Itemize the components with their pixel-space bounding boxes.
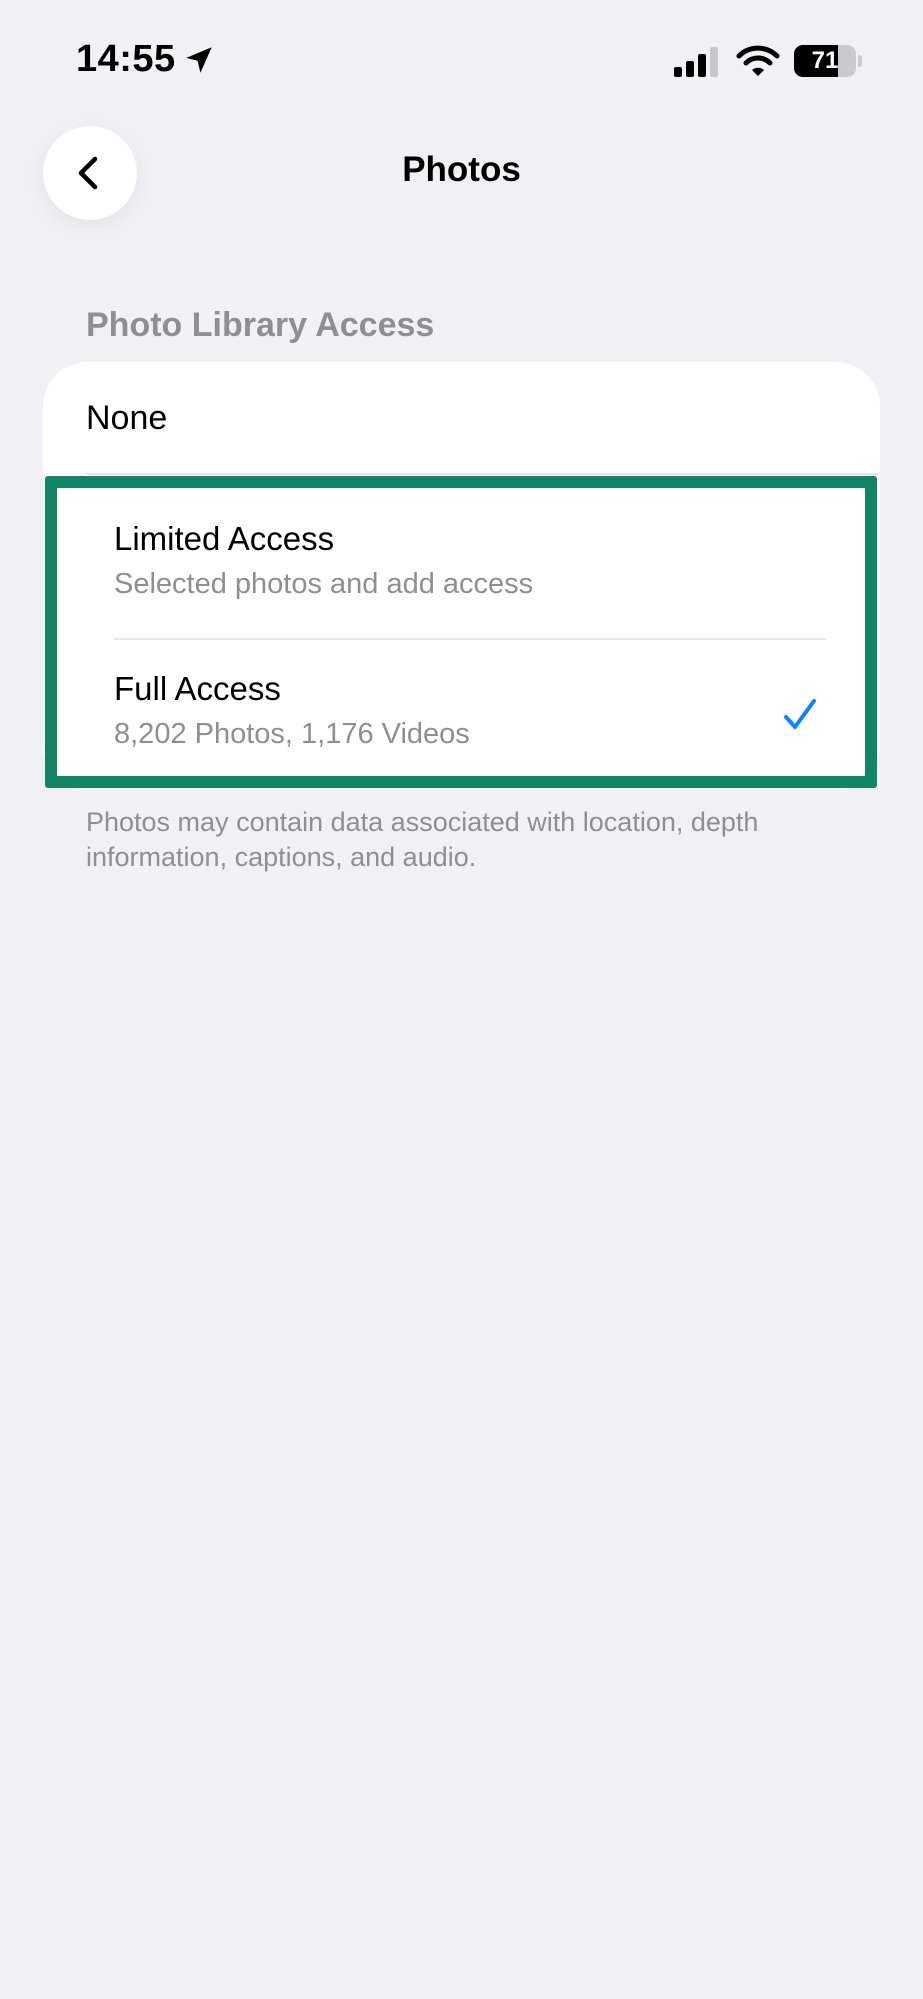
option-limited-access-label: Limited Access [114, 520, 335, 557]
battery-tip [858, 55, 862, 67]
location-arrow-icon [185, 46, 212, 73]
option-full-access-label: Full Access [114, 670, 281, 707]
battery-body: 71 [794, 45, 856, 77]
status-time: 14:55 [76, 38, 216, 81]
battery-indicator: 71 [794, 45, 862, 77]
divider [86, 473, 880, 475]
footer-note: Photos may contain data associated with … [86, 807, 759, 872]
option-limited-access-subtitle: Selected photos and add access [114, 568, 534, 600]
option-none-label: None [86, 399, 168, 437]
option-full-access-subtitle: 8,202 Photos, 1,176 Videos [114, 718, 470, 750]
option-full-access[interactable]: Full Access 8,202 Photos, 1,176 Videos [114, 670, 824, 770]
option-none[interactable]: None [43, 362, 880, 474]
option-limited-access[interactable]: Limited Access Selected photos and add a… [114, 520, 824, 630]
page-title: Photos [402, 150, 521, 189]
checkmark-icon [784, 699, 816, 729]
divider [114, 638, 826, 640]
wifi-icon [736, 45, 780, 76]
status-bar: 14:55 71 [0, 0, 923, 120]
status-time-text: 14:55 [76, 38, 176, 80]
battery-level-text: 71 [811, 47, 839, 74]
cellular-signal-icon [674, 47, 718, 77]
section-header: Photo Library Access [86, 306, 435, 344]
